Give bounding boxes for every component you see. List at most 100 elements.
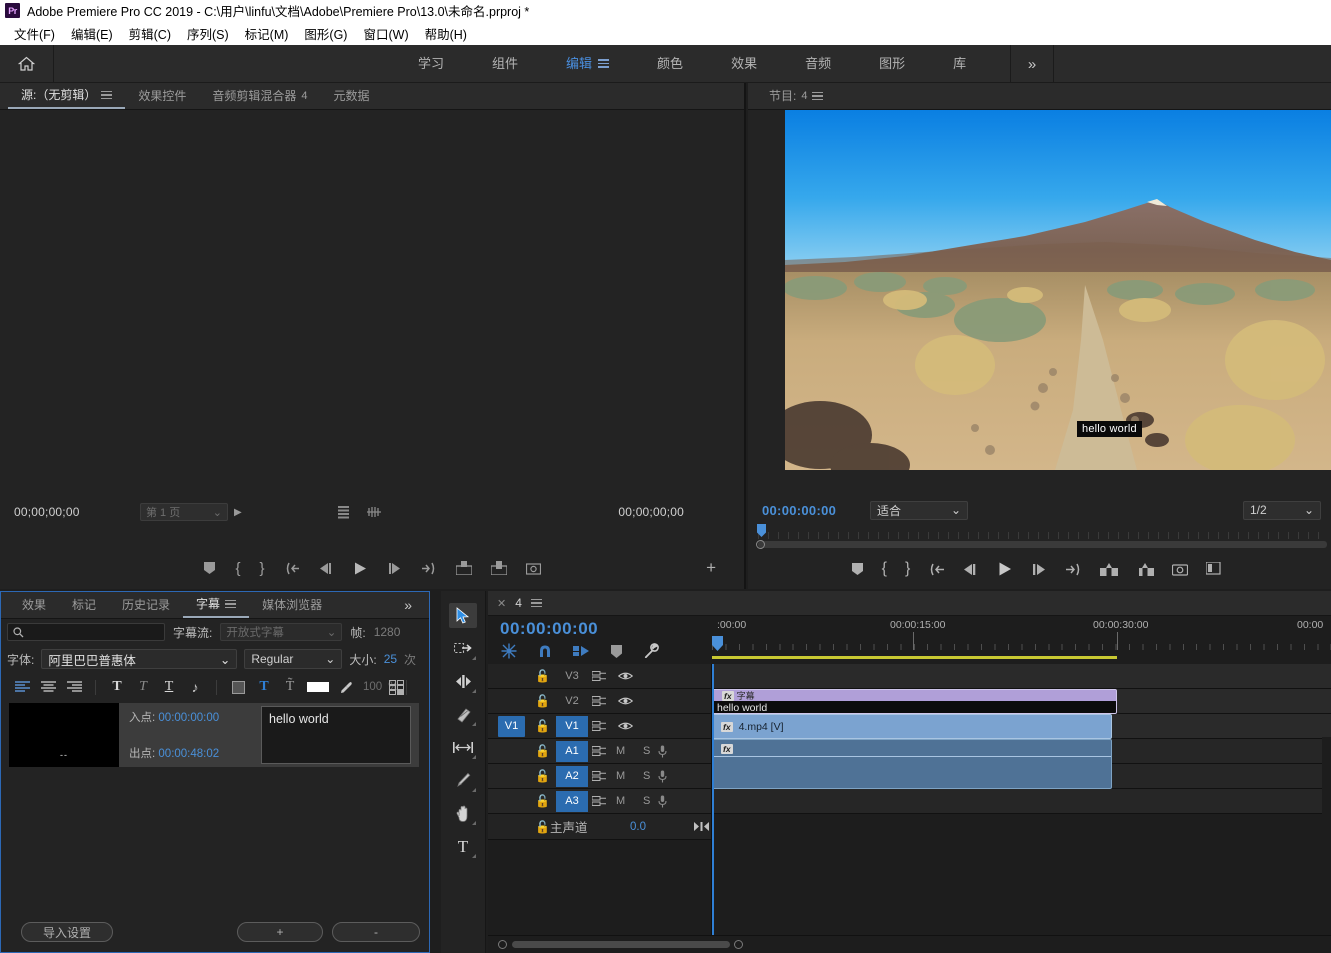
- import-settings-button[interactable]: 导入设置: [21, 922, 113, 942]
- sync-lock-icon[interactable]: [592, 796, 607, 807]
- source-current-timecode[interactable]: 00;00;00;00: [14, 505, 80, 519]
- master-meter-icon[interactable]: [694, 821, 709, 832]
- workspace-tab-color[interactable]: 颜色: [633, 45, 707, 83]
- track-header-v1[interactable]: V1 🔓 V1: [488, 714, 711, 739]
- tab-program[interactable]: 节目: 4: [756, 83, 836, 109]
- eyedropper-button[interactable]: [333, 676, 359, 698]
- track-header-a2[interactable]: 🔓 A2 M S: [488, 764, 711, 789]
- timeline-clip-caption[interactable]: fx 字幕 hello world: [712, 689, 1117, 714]
- menu-graphics[interactable]: 图形(G): [296, 22, 355, 45]
- align-left-button[interactable]: [9, 676, 35, 698]
- remove-caption-button[interactable]: -: [332, 922, 420, 942]
- timeline-zoom-handle-right[interactable]: [734, 940, 743, 949]
- step-forward-icon[interactable]: [387, 562, 402, 575]
- timeline-playhead-line[interactable]: [712, 664, 714, 935]
- lock-icon[interactable]: 🔓: [535, 794, 550, 808]
- menu-clip[interactable]: 剪辑(C): [121, 22, 179, 45]
- mark-out-icon[interactable]: }: [260, 560, 265, 577]
- bold-button[interactable]: T: [104, 676, 130, 698]
- lock-icon[interactable]: 🔓: [535, 669, 550, 683]
- ripple-edit-tool[interactable]: [449, 669, 477, 694]
- color-swatch-button[interactable]: [303, 676, 333, 698]
- tab-effect-controls[interactable]: 效果控件: [125, 83, 199, 109]
- home-button[interactable]: [0, 45, 54, 83]
- source-video-area[interactable]: [0, 110, 744, 499]
- snap-magnet-icon[interactable]: [537, 643, 553, 659]
- extract-icon[interactable]: [1136, 562, 1154, 576]
- workspace-tab-audio[interactable]: 音频: [781, 45, 855, 83]
- workspace-overflow-icon[interactable]: »: [1010, 45, 1054, 83]
- timeline-zoom-handle-left[interactable]: [498, 940, 507, 949]
- workspace-tab-editing[interactable]: 编辑: [542, 45, 633, 83]
- track-header-a1[interactable]: 🔓 A1 M S: [488, 739, 711, 764]
- lock-icon[interactable]: 🔓: [535, 719, 550, 733]
- panel-menu-icon[interactable]: [812, 90, 823, 103]
- track-record-mic-icon[interactable]: [658, 770, 667, 783]
- workspace-tab-libraries[interactable]: 库: [929, 45, 990, 83]
- hand-tool[interactable]: [449, 801, 477, 826]
- track-solo-button[interactable]: S: [643, 745, 650, 757]
- source-page-select[interactable]: 第 1 页 ⌄: [140, 503, 228, 521]
- tab-audio-clip-mixer[interactable]: 音频剪辑混合器 4: [199, 83, 320, 109]
- menu-help[interactable]: 帮助(H): [417, 22, 475, 45]
- program-zoom-level-select[interactable]: 适合 ⌄: [870, 501, 968, 520]
- button-editor-icon[interactable]: +: [706, 558, 716, 578]
- opacity-value[interactable]: 100: [363, 681, 382, 693]
- lock-icon[interactable]: 🔓: [535, 744, 550, 758]
- program-scrubber[interactable]: [748, 523, 1331, 549]
- caption-grid-button[interactable]: [385, 676, 411, 698]
- timeline-lane-a1[interactable]: fx: [712, 739, 1331, 764]
- source-duration-timecode[interactable]: 00;00;00;00: [618, 505, 684, 519]
- step-forward-icon[interactable]: [1031, 563, 1047, 576]
- step-back-icon[interactable]: [319, 562, 334, 575]
- captions-search-input[interactable]: [7, 623, 165, 641]
- program-scroll-bar[interactable]: [758, 541, 1327, 548]
- razor-tool[interactable]: [449, 702, 477, 727]
- tab-effects[interactable]: 效果: [9, 592, 59, 618]
- master-track-value[interactable]: 0.0: [630, 821, 646, 833]
- source-play-icon[interactable]: ▶: [234, 507, 242, 518]
- panel-menu-icon[interactable]: [225, 598, 236, 611]
- close-icon[interactable]: ✕: [497, 597, 506, 610]
- tab-metadata[interactable]: 元数据: [321, 83, 383, 109]
- timeline-tracks-area[interactable]: fx 字幕 hello world fx 4.mp4 [V]: [712, 664, 1331, 935]
- tab-captions[interactable]: 字幕: [183, 592, 249, 618]
- track-mute-button[interactable]: M: [616, 795, 625, 807]
- captions-list-body[interactable]: -- 入点: 00:00:00:00 出点: 00:00:48:02 hello…: [1, 701, 429, 912]
- align-center-button[interactable]: [35, 676, 61, 698]
- mark-in-icon[interactable]: {: [882, 560, 887, 578]
- program-resolution-select[interactable]: 1/2 ⌄: [1243, 501, 1321, 520]
- caption-stream-select[interactable]: 开放式字幕 ⌄: [220, 623, 342, 641]
- tab-media-browser[interactable]: 媒体浏览器: [249, 592, 335, 618]
- timeline-sequence-name[interactable]: 4: [515, 596, 522, 610]
- mark-in-icon[interactable]: {: [235, 560, 240, 577]
- timeline-scroll-thumb[interactable]: [512, 941, 730, 948]
- export-frame-icon[interactable]: [526, 562, 541, 575]
- go-to-in-icon[interactable]: [284, 562, 300, 575]
- track-visibility-eye-icon[interactable]: [618, 671, 633, 681]
- step-back-icon[interactable]: [963, 563, 979, 576]
- go-to-out-icon[interactable]: [421, 562, 437, 575]
- tab-markers[interactable]: 标记: [59, 592, 109, 618]
- track-name-label[interactable]: A3: [556, 791, 588, 812]
- track-header-v2[interactable]: 🔓 V2: [488, 689, 711, 714]
- italic-button[interactable]: T: [130, 676, 156, 698]
- tab-source[interactable]: 源:（无剪辑）: [8, 83, 125, 109]
- panel-menu-icon[interactable]: [101, 89, 112, 102]
- track-name-label[interactable]: A1: [556, 741, 588, 762]
- selection-tool[interactable]: [449, 603, 477, 628]
- timeline-lane-v2[interactable]: fx 字幕 hello world: [712, 689, 1331, 714]
- timeline-work-area[interactable]: [712, 656, 1331, 659]
- track-solo-button[interactable]: S: [643, 770, 650, 782]
- track-mute-button[interactable]: M: [616, 770, 625, 782]
- workspace-tab-graphics[interactable]: 图形: [855, 45, 929, 83]
- track-visibility-eye-icon[interactable]: [618, 696, 633, 706]
- lock-icon[interactable]: 🔓: [535, 820, 550, 834]
- sync-lock-icon[interactable]: [592, 721, 607, 732]
- timeline-vertical-scrollbar[interactable]: [1322, 737, 1331, 917]
- program-current-timecode[interactable]: 00:00:00:00: [762, 503, 836, 518]
- track-name-label[interactable]: A2: [556, 766, 588, 787]
- caption-in-value[interactable]: 00:00:00:00: [158, 712, 219, 724]
- workspace-menu-icon[interactable]: [598, 57, 609, 70]
- mark-out-icon[interactable]: }: [905, 560, 910, 578]
